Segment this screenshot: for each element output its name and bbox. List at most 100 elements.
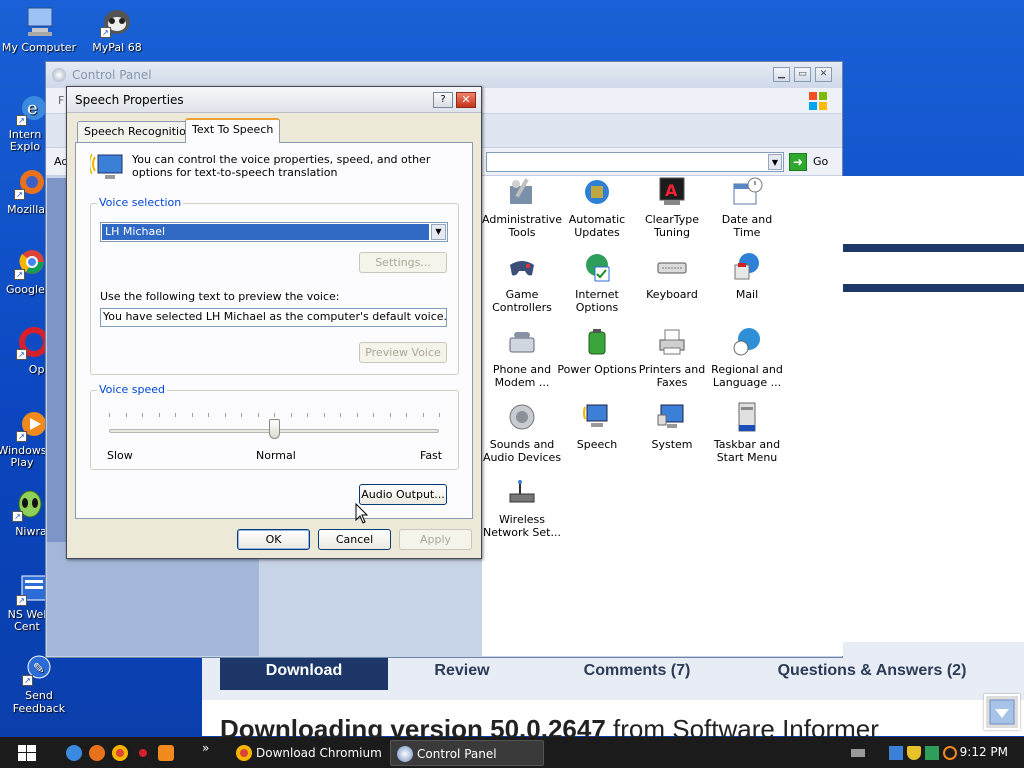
- ok-button[interactable]: OK: [237, 529, 310, 550]
- apply-button[interactable]: Apply: [399, 529, 472, 550]
- slider-tick: [159, 413, 160, 417]
- security-tray-icon[interactable]: [925, 746, 939, 760]
- scroll-to-top-button[interactable]: [984, 694, 1020, 730]
- chrome-icon[interactable]: [112, 745, 128, 761]
- firefox-icon[interactable]: [89, 745, 105, 761]
- voice-speed-slider-thumb[interactable]: [269, 419, 280, 439]
- voice-speed-label: Voice speed: [97, 383, 167, 396]
- keyboard-tray-icon[interactable]: [851, 749, 865, 757]
- cp-item-power-options[interactable]: Power Options: [557, 326, 637, 376]
- address-input[interactable]: ▼: [486, 152, 784, 172]
- cp-item-internet-options[interactable]: Internet Options: [557, 251, 637, 314]
- cp-item-label: Printers and Faxes: [638, 363, 706, 389]
- internet-explorer-icon[interactable]: [66, 745, 82, 761]
- network-tray-icon[interactable]: [889, 746, 903, 760]
- cp-item-speech[interactable]: Speech: [557, 401, 637, 451]
- desktop-icon-label: Send Feedback: [12, 689, 66, 715]
- cp-item-printers-and-faxes[interactable]: Printers and Faxes: [632, 326, 712, 389]
- control-panel-title: Control Panel: [72, 68, 152, 82]
- cp-item-date-and-time[interactable]: Date and Time: [707, 176, 787, 239]
- chevron-down-icon[interactable]: ▼: [768, 154, 782, 170]
- clock[interactable]: 9:12 PM: [960, 737, 1008, 768]
- text-to-speech-panel: You can control the voice properties, sp…: [75, 142, 473, 519]
- slider-tick: [225, 413, 226, 417]
- cp-item-label: Regional and Language ...: [711, 363, 783, 389]
- shield-tray-icon[interactable]: [907, 746, 921, 760]
- audio-output-button[interactable]: Audio Output...: [359, 484, 447, 505]
- slider-tick: [307, 413, 308, 417]
- voice-select[interactable]: LH Michael ▼: [100, 222, 448, 242]
- slider-tick: [175, 413, 176, 417]
- cp-item-game-controllers[interactable]: Game Controllers: [482, 251, 562, 314]
- dialog-close-button[interactable]: ✕: [456, 92, 476, 108]
- tools-icon: [506, 176, 538, 208]
- minimize-button[interactable]: ▁: [773, 67, 790, 82]
- tab-speech-recognition[interactable]: Speech Recognition: [77, 121, 200, 143]
- go-arrow-icon: ➜: [789, 153, 807, 171]
- cp-item-taskbar-and-start-menu[interactable]: Taskbar and Start Menu: [707, 401, 787, 464]
- cp-item-label: Game Controllers: [492, 288, 552, 314]
- speech-icon: [581, 401, 613, 433]
- desktop-icon-label: NS Wel Cent: [7, 608, 47, 633]
- cp-item-automatic-updates[interactable]: Automatic Updates: [557, 176, 637, 239]
- mail-icon: [731, 251, 763, 283]
- tab-text-to-speech[interactable]: Text To Speech: [185, 118, 281, 143]
- printer-icon: [656, 326, 688, 358]
- media-player-icon[interactable]: [158, 745, 174, 761]
- menu-item-file[interactable]: F: [58, 94, 64, 107]
- cp-item-wireless-network-setup[interactable]: Wireless Network Set...: [482, 476, 562, 539]
- opera-icon[interactable]: [135, 745, 151, 761]
- cancel-button[interactable]: Cancel: [318, 529, 391, 550]
- desktop-icon-mypal[interactable]: ↗ MyPal 68: [78, 4, 156, 54]
- preview-voice-button[interactable]: Preview Voice: [359, 342, 447, 363]
- search-tray-icon[interactable]: [943, 746, 957, 760]
- cp-item-mail[interactable]: Mail: [707, 251, 787, 301]
- slider-tick: [258, 413, 259, 417]
- desktop-icon-my-computer[interactable]: My Computer: [0, 4, 78, 54]
- go-label: Go: [813, 155, 829, 168]
- go-button[interactable]: ➜ Go: [789, 152, 828, 172]
- computer-icon: [22, 4, 56, 38]
- slider-tick: [109, 413, 110, 417]
- normal-label: Normal: [256, 449, 296, 462]
- cp-item-system[interactable]: System: [632, 401, 712, 451]
- control-panel-titlebar[interactable]: Control Panel ▁ ▭ ✕: [46, 62, 842, 88]
- cp-item-cleartype-tuning[interactable]: A ClearType Tuning: [632, 176, 712, 239]
- quick-launch-chevron[interactable]: »: [202, 741, 209, 755]
- slider-tick: [274, 413, 275, 417]
- chevron-down-icon[interactable]: ▼: [431, 224, 446, 240]
- arrow-down-icon: [989, 699, 1015, 725]
- dialog-titlebar[interactable]: Speech Properties ? ✕: [67, 87, 481, 113]
- desktop-icon-label: My Computer: [1, 41, 77, 54]
- svg-text:e: e: [27, 98, 38, 119]
- windows-logo-icon: [18, 745, 36, 761]
- start-button[interactable]: [18, 745, 36, 761]
- cp-item-label: Date and Time: [721, 213, 773, 239]
- desktop-icon-label: MyPal 68: [92, 41, 142, 54]
- cp-item-phone-and-modem[interactable]: Phone and Modem ...: [482, 326, 562, 389]
- taskbar-item-label: Download Chromium b...: [256, 746, 382, 760]
- firefox-icon: ↗: [14, 166, 48, 200]
- close-button[interactable]: ✕: [815, 67, 832, 82]
- slider-tick: [126, 413, 127, 417]
- settings-button[interactable]: Settings...: [359, 252, 447, 273]
- help-button[interactable]: ?: [433, 92, 453, 108]
- cp-item-label: Administrative Tools: [482, 213, 563, 239]
- speech-properties-dialog: Speech Properties ? ✕ Speech Recognition…: [66, 86, 482, 559]
- desktop-icon-send-feedback[interactable]: ✎ ↗ Send Feedback: [0, 652, 78, 715]
- cp-item-label: System: [651, 438, 693, 451]
- maximize-button[interactable]: ▭: [794, 67, 811, 82]
- cp-item-regional-and-language[interactable]: Regional and Language ...: [707, 326, 787, 389]
- cleartype-icon: A: [656, 176, 688, 208]
- svg-text:✎: ✎: [33, 661, 45, 677]
- cp-item-administrative-tools[interactable]: Administrative Tools: [482, 176, 562, 239]
- cp-item-keyboard[interactable]: Keyboard: [632, 251, 712, 301]
- taskbar-item-control-panel[interactable]: Control Panel: [390, 740, 544, 766]
- cp-item-label: Power Options: [557, 363, 637, 376]
- speaker-icon: [506, 401, 538, 433]
- cp-item-label: ClearType Tuning: [644, 213, 700, 239]
- taskbar-item-chromium-download[interactable]: Download Chromium b...: [230, 740, 382, 766]
- preview-text-field[interactable]: You have selected LH Michael as the comp…: [100, 308, 447, 327]
- cp-item-sounds-and-audio[interactable]: Sounds and Audio Devices: [482, 401, 562, 464]
- dialog-title: Speech Properties: [75, 93, 184, 107]
